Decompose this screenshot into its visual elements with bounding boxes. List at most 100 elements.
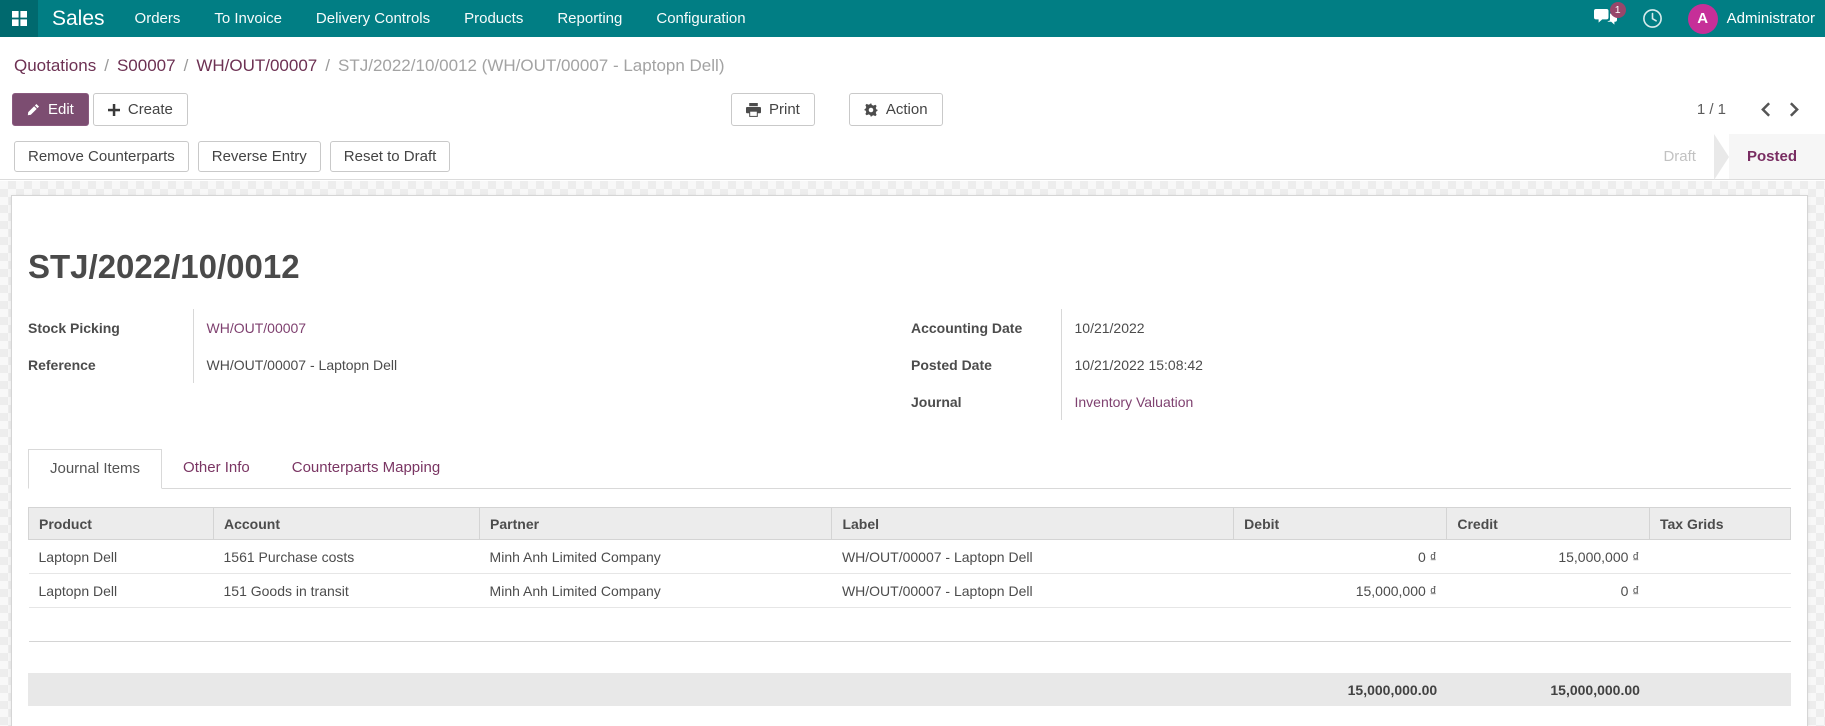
field-posted-date: Posted Date 10/21/2022 15:08:42	[911, 346, 1531, 383]
cell-product: Laptopn Dell	[28, 539, 214, 574]
col-tax-grids[interactable]: Tax Grids	[1648, 507, 1792, 540]
field-accounting-date: Accounting Date 10/21/2022	[911, 309, 1531, 346]
notebook-tabs: Journal Items Other Info Counterparts Ma…	[28, 449, 1791, 489]
user-menu[interactable]: A Administrator	[1687, 3, 1815, 34]
field-groups: Stock Picking WH/OUT/00007 Reference WH/…	[28, 309, 1791, 420]
cell-debit: 15,000,000 ₫	[1233, 573, 1447, 608]
odoo-window: Sales Orders To Invoice Delivery Control…	[0, 0, 1825, 726]
journal-link[interactable]: Inventory Valuation	[1075, 394, 1194, 410]
create-button-label: Create	[127, 101, 173, 118]
tab-counterparts-mapping[interactable]: Counterparts Mapping	[271, 449, 461, 488]
control-panel: Edit Create Print Action 1 / 1	[0, 84, 1825, 134]
pencil-icon	[27, 103, 40, 116]
activities-button[interactable]	[1642, 8, 1663, 29]
col-label[interactable]: Label	[831, 507, 1235, 540]
cell-tax-grids	[1649, 573, 1791, 608]
cell-partner: Minh Anh Limited Company	[479, 539, 832, 574]
action-button-label: Action	[885, 101, 928, 118]
cell-label: WH/OUT/00007 - Laptopn Dell	[831, 539, 1234, 574]
cell-tax-grids	[1649, 539, 1791, 574]
field-label: Posted Date	[911, 346, 1062, 383]
breadcrumb-wh-out[interactable]: WH/OUT/00007	[196, 56, 317, 76]
field-journal: Journal Inventory Valuation	[911, 383, 1531, 420]
field-reference: Reference WH/OUT/00007 - Laptopn Dell	[28, 346, 728, 383]
total-credit: 15,000,000.00	[1447, 673, 1650, 706]
action-button[interactable]: Action	[848, 93, 943, 126]
top-navbar: Sales Orders To Invoice Delivery Control…	[0, 0, 1825, 37]
menu-delivery-controls[interactable]: Delivery Controls	[299, 0, 447, 37]
tab-other-info[interactable]: Other Info	[162, 449, 271, 488]
totals-row: 15,000,000.00 15,000,000.00	[28, 673, 1791, 706]
messages-badge: 1	[1609, 2, 1626, 18]
edit-button-label: Edit	[48, 101, 74, 118]
tab-journal-items[interactable]: Journal Items	[28, 449, 163, 489]
apps-grid-icon	[11, 10, 28, 27]
user-name: Administrator	[1726, 10, 1815, 27]
form-sheet: STJ/2022/10/0012 Stock Picking WH/OUT/00…	[11, 195, 1808, 726]
pager-previous-button[interactable]	[1752, 98, 1780, 121]
remove-counterparts-button[interactable]: Remove Counterparts	[14, 141, 189, 172]
edit-button[interactable]: Edit	[12, 93, 89, 126]
form-toolbar: Remove Counterparts Reverse Entry Reset …	[0, 134, 1825, 180]
gear-icon	[863, 102, 878, 117]
col-credit[interactable]: Credit	[1446, 507, 1650, 540]
form-view-background: STJ/2022/10/0012 Stock Picking WH/OUT/00…	[0, 181, 1825, 726]
plus-icon	[107, 103, 120, 116]
cell-debit: 0 ₫	[1233, 539, 1447, 574]
table-row[interactable]: Laptopn Dell 151 Goods in transit Minh A…	[28, 573, 1791, 608]
chevron-right-icon	[1789, 102, 1799, 117]
cell-label: WH/OUT/00007 - Laptopn Dell	[831, 573, 1234, 608]
user-avatar: A	[1687, 3, 1718, 34]
reference-value: WH/OUT/00007 - Laptopn Dell	[206, 356, 398, 373]
status-arrow-divider	[1713, 134, 1729, 180]
cell-account: 1561 Purchase costs	[213, 539, 480, 574]
status-draft[interactable]: Draft	[1645, 134, 1714, 179]
app-name-menu[interactable]: Sales	[52, 7, 105, 31]
field-label: Reference	[28, 346, 194, 383]
breadcrumb-quotations[interactable]: Quotations	[14, 56, 96, 76]
stock-picking-link[interactable]: WH/OUT/00007	[207, 320, 307, 336]
menu-configuration[interactable]: Configuration	[639, 0, 762, 37]
pager-next-button[interactable]	[1780, 98, 1808, 121]
create-button[interactable]: Create	[92, 93, 188, 126]
messages-button[interactable]: 1	[1593, 2, 1626, 28]
print-button[interactable]: Print	[731, 93, 815, 126]
field-stock-picking: Stock Picking WH/OUT/00007	[28, 309, 728, 346]
pager-value[interactable]: 1 / 1	[1697, 101, 1726, 118]
menu-orders[interactable]: Orders	[118, 0, 198, 37]
menu-products[interactable]: Products	[447, 0, 540, 37]
menu-reporting[interactable]: Reporting	[540, 0, 639, 37]
col-product[interactable]: Product	[28, 507, 214, 540]
journal-items-table: Product Account Partner Label Debit Cred…	[28, 507, 1792, 642]
table-header-row: Product Account Partner Label Debit Cred…	[28, 507, 1792, 540]
breadcrumb-separator: /	[104, 55, 109, 75]
field-label: Accounting Date	[911, 309, 1062, 346]
reset-to-draft-button[interactable]: Reset to Draft	[329, 141, 451, 172]
breadcrumb-separator: /	[325, 55, 330, 75]
clock-icon	[1642, 8, 1663, 29]
reverse-entry-button[interactable]: Reverse Entry	[197, 141, 321, 172]
menu-to-invoice[interactable]: To Invoice	[197, 0, 299, 37]
field-label: Journal	[911, 383, 1062, 420]
table-row[interactable]: Laptopn Dell 1561 Purchase costs Minh An…	[28, 539, 1791, 574]
navbar-systray: 1 A Administrator	[1593, 2, 1825, 34]
col-debit[interactable]: Debit	[1233, 507, 1448, 540]
col-partner[interactable]: Partner	[479, 507, 833, 540]
cell-credit: 15,000,000 ₫	[1446, 539, 1650, 574]
breadcrumb-s00007[interactable]: S00007	[117, 56, 176, 76]
breadcrumb-current: STJ/2022/10/0012 (WH/OUT/00007 - Laptopn…	[338, 55, 725, 75]
cell-account: 151 Goods in transit	[213, 573, 480, 608]
breadcrumb-separator: /	[183, 55, 189, 75]
chevron-left-icon	[1761, 102, 1771, 117]
cell-credit: 0 ₫	[1446, 573, 1650, 608]
cell-product: Laptopn Dell	[28, 573, 214, 608]
col-account[interactable]: Account	[212, 507, 481, 540]
apps-menu-button[interactable]	[0, 0, 38, 37]
status-posted[interactable]: Posted	[1728, 134, 1825, 179]
print-button-label: Print	[769, 101, 800, 118]
posted-date-value: 10/21/2022 15:08:42	[1074, 356, 1203, 373]
table-empty-row[interactable]	[28, 607, 1791, 642]
field-label: Stock Picking	[28, 309, 194, 346]
printer-icon	[746, 102, 761, 117]
main-menu: Orders To Invoice Delivery Controls Prod…	[118, 0, 763, 37]
